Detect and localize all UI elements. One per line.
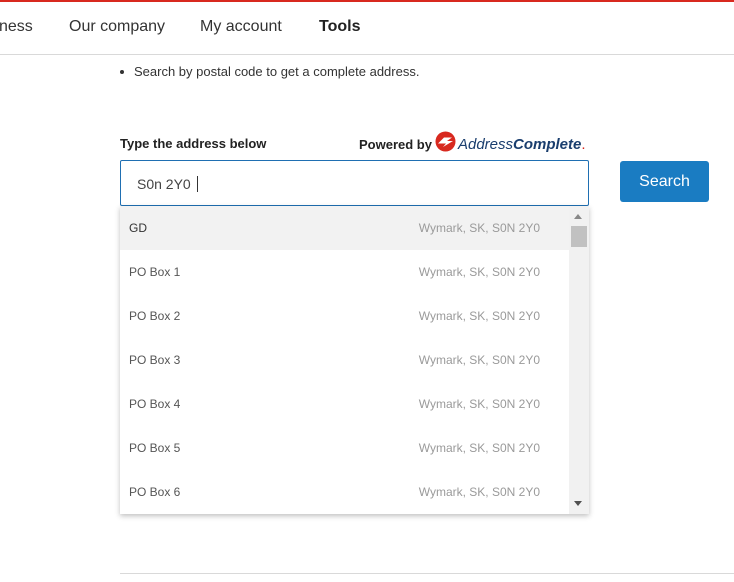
- nav-item-tools[interactable]: Tools: [319, 18, 360, 36]
- suggestion-location: Wymark, SK, S0N 2Y0: [418, 309, 540, 323]
- suggestion-location: Wymark, SK, S0N 2Y0: [418, 485, 540, 499]
- suggestion-name: PO Box 4: [129, 397, 181, 411]
- suggestion-location: Wymark, SK, S0N 2Y0: [418, 353, 540, 367]
- suggestion-location: Wymark, SK, S0N 2Y0: [418, 265, 540, 279]
- suggestion-item[interactable]: PO Box 5 Wymark, SK, S0N 2Y0: [120, 426, 569, 470]
- suggestion-item[interactable]: GD Wymark, SK, S0N 2Y0: [120, 206, 569, 250]
- suggestion-item[interactable]: PO Box 3 Wymark, SK, S0N 2Y0: [120, 338, 569, 382]
- brand-name-part1: Address: [457, 135, 513, 153]
- suggestion-name: PO Box 6: [129, 485, 181, 499]
- suggestion-location: Wymark, SK, S0N 2Y0: [418, 221, 540, 235]
- address-search-input[interactable]: S0n 2Y0: [120, 160, 589, 206]
- powered-by-addresscomplete: Powered by Address Complete.: [359, 131, 586, 157]
- suggestion-item[interactable]: PO Box 6 Wymark, SK, S0N 2Y0: [120, 470, 569, 514]
- brand-dot: .: [581, 135, 586, 153]
- main-nav: ness Our company My account Tools: [0, 2, 734, 55]
- brand-name-part2: Complete: [513, 135, 582, 153]
- suggestion-location: Wymark, SK, S0N 2Y0: [418, 441, 540, 455]
- powered-by-text: Powered by: [359, 136, 432, 152]
- nav-item-my-account[interactable]: My account: [200, 18, 282, 36]
- suggestion-item[interactable]: PO Box 1 Wymark, SK, S0N 2Y0: [120, 250, 569, 294]
- suggestion-name: PO Box 1: [129, 265, 181, 279]
- nav-item-our-company[interactable]: Our company: [69, 18, 165, 36]
- suggestion-location: Wymark, SK, S0N 2Y0: [418, 397, 540, 411]
- nav-item-business[interactable]: ness: [0, 18, 33, 36]
- text-caret: [196, 176, 198, 193]
- scroll-down-arrow-icon[interactable]: [574, 501, 582, 506]
- search-button[interactable]: Search: [620, 161, 709, 202]
- section-divider: [120, 573, 734, 574]
- instruction-text: Search by postal code to get a complete …: [134, 64, 420, 79]
- suggestion-name: PO Box 5: [129, 441, 181, 455]
- address-input-text[interactable]: S0n 2Y0: [137, 176, 191, 192]
- suggestion-name: PO Box 3: [129, 353, 181, 367]
- address-field-label: Type the address below: [120, 136, 267, 151]
- instruction-bullet: Search by postal code to get a complete …: [120, 64, 419, 79]
- suggestion-item[interactable]: PO Box 4 Wymark, SK, S0N 2Y0: [120, 382, 569, 426]
- suggestion-name: PO Box 2: [129, 309, 181, 323]
- dropdown-scrollbar[interactable]: [569, 206, 589, 514]
- suggestion-name: GD: [129, 221, 147, 235]
- scroll-up-arrow-icon[interactable]: [574, 214, 582, 219]
- scrollbar-thumb[interactable]: [571, 226, 587, 247]
- canada-post-logo-icon: [435, 131, 456, 157]
- bullet-dot: [120, 69, 124, 74]
- address-input-value[interactable]: S0n 2Y0: [137, 176, 198, 193]
- address-suggestions-dropdown: GD Wymark, SK, S0N 2Y0 PO Box 1 Wymark, …: [120, 206, 589, 514]
- suggestion-item[interactable]: PO Box 2 Wymark, SK, S0N 2Y0: [120, 294, 569, 338]
